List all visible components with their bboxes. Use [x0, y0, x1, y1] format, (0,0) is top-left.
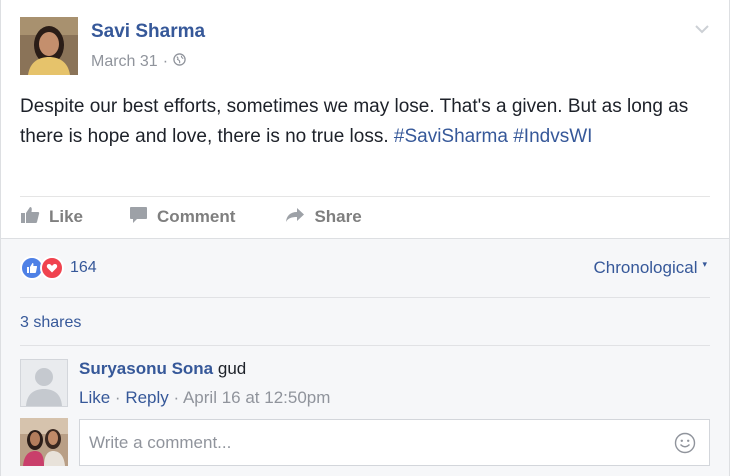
divider [20, 196, 710, 197]
comment-composer[interactable] [79, 419, 710, 466]
caret-down-icon: ▾ [702, 258, 707, 269]
comment-meta: Like · Reply · April 16 at 12:50pm [79, 388, 330, 408]
comment-text: gud [217, 359, 247, 378]
post-text: Despite our best efforts, sometimes we m… [20, 92, 710, 152]
post-card: Savi Sharma March 31 · Despite our best … [0, 0, 730, 238]
meta-separator: · [162, 53, 169, 70]
commenter-name[interactable]: Suryasonu Sona [79, 359, 213, 378]
chevron-down-icon[interactable] [693, 22, 711, 36]
feedback-section: 164 Chronological ▾ 3 shares Suryasonu S… [0, 238, 730, 476]
post-meta: March 31 · [91, 53, 186, 71]
comment-input[interactable] [89, 432, 649, 453]
comment-like-link[interactable]: Like [79, 388, 110, 407]
comment-icon [129, 206, 148, 229]
commenter-avatar[interactable] [20, 359, 68, 407]
author-avatar[interactable] [20, 17, 78, 75]
emoji-icon[interactable] [674, 432, 696, 454]
share-button[interactable]: Share [285, 207, 362, 228]
thumbs-up-icon [20, 206, 40, 229]
comment-timestamp[interactable]: April 16 at 12:50pm [183, 388, 330, 407]
order-label: Chronological [593, 258, 698, 277]
shares-link[interactable]: 3 shares [20, 314, 81, 332]
meta-separator: · [114, 388, 126, 407]
comment-label: Comment [157, 207, 236, 226]
comment: Suryasonu Sona gud [79, 359, 246, 379]
share-icon [285, 207, 305, 228]
hashtag-savisharma[interactable]: #SaviSharma [394, 126, 508, 147]
current-user-avatar[interactable] [20, 418, 68, 466]
share-label: Share [314, 207, 362, 226]
post-actions: Like Comment Share [20, 200, 362, 234]
love-reaction-icon [40, 256, 64, 280]
hashtag-indvswi[interactable]: #IndvsWI [513, 126, 592, 147]
globe-icon[interactable] [173, 53, 186, 71]
meta-separator: · [173, 388, 183, 407]
post-date[interactable]: March 31 [91, 53, 158, 71]
author-name[interactable]: Savi Sharma [91, 21, 205, 43]
like-label: Like [49, 207, 84, 226]
comment-reply-link[interactable]: Reply [125, 388, 168, 407]
divider [20, 297, 710, 298]
like-button[interactable]: Like [20, 206, 83, 229]
comment-button[interactable]: Comment [129, 206, 235, 229]
comment-order-dropdown[interactable]: Chronological ▾ [594, 258, 707, 278]
reaction-count: 164 [70, 259, 97, 276]
divider [20, 345, 710, 346]
reactions-summary[interactable]: 164 [20, 256, 97, 280]
